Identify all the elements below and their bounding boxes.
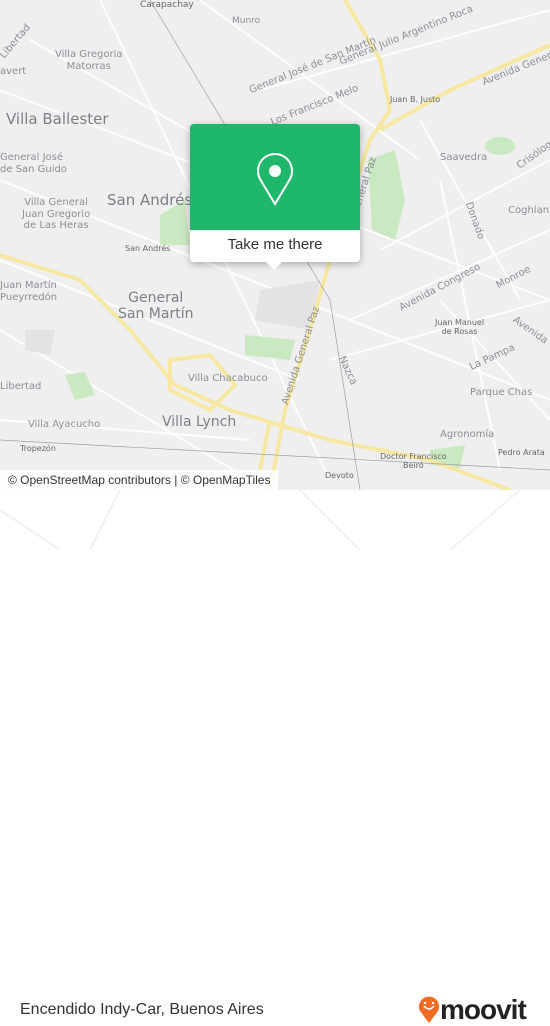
label-munro: Munro [232,16,261,26]
label-dr-beiro: Doctor Francisco Beiró [380,452,447,471]
moovit-logo[interactable]: moovit [418,994,527,1026]
label-villa-gral-las-heras: Villa General Juan Gregorio de Las Heras [22,197,91,231]
label-san-andres-station: San Andrés [125,244,171,253]
popup-header [190,124,360,230]
location-popup: Take me there [190,124,360,270]
label-san-andres: San Andrés [107,191,193,209]
take-me-there-button[interactable]: Take me there [190,230,360,262]
label-villa-lynch: Villa Lynch [162,414,237,430]
label-parque-chas: Parque Chas [470,387,533,398]
label-general-san-martin: General San Martín [118,290,194,323]
moovit-wordmark: moovit [440,994,527,1025]
label-devoto: Devoto [325,471,354,480]
moovit-pin-icon [419,996,439,1023]
label-villa-ballester: Villa Ballester [6,110,109,128]
label-villa-ayacucho: Villa Ayacucho [28,419,101,430]
label-juan-manuel-de-rosas: Juan Manuel de Rosas [435,318,485,337]
label-gral-jose: General José de San Guido [0,152,68,175]
footer-background-pattern [0,490,521,550]
map[interactable]: Carapachay Munro Libertad avert Villa Gr… [0,0,550,490]
label-libertad: Libertad [0,381,42,392]
label-saavedra: Saavedra [440,152,488,163]
label-tropezon: Tropezón [20,444,56,453]
label-agronomia: Agronomía [440,429,495,440]
label-juan-b-justo: Juan B. Justo [390,95,441,104]
label-villa-chacabuco: Villa Chacabuco [188,373,268,384]
popup-pointer [266,262,282,270]
label-coghlan: Coghlan [508,205,550,216]
label-pedro-arata: Pedro Arata [498,448,545,457]
map-pin-icon [257,153,293,206]
place-name: Encendido Indy-Car, Buenos Aires [20,1001,264,1018]
footer: Encendido Indy-Car, Buenos Aires moovit [0,490,550,1025]
label-villa-gregoria: Villa Gregoria Matorras [55,49,123,72]
map-attribution[interactable]: © OpenStreetMap contributors | © OpenMap… [0,470,279,490]
label-avert: avert [0,66,27,77]
label-carapachay: Carapachay [140,0,194,10]
label-juan-martin-pueyrredon: Juan Martín Pueyrredón [0,280,58,303]
